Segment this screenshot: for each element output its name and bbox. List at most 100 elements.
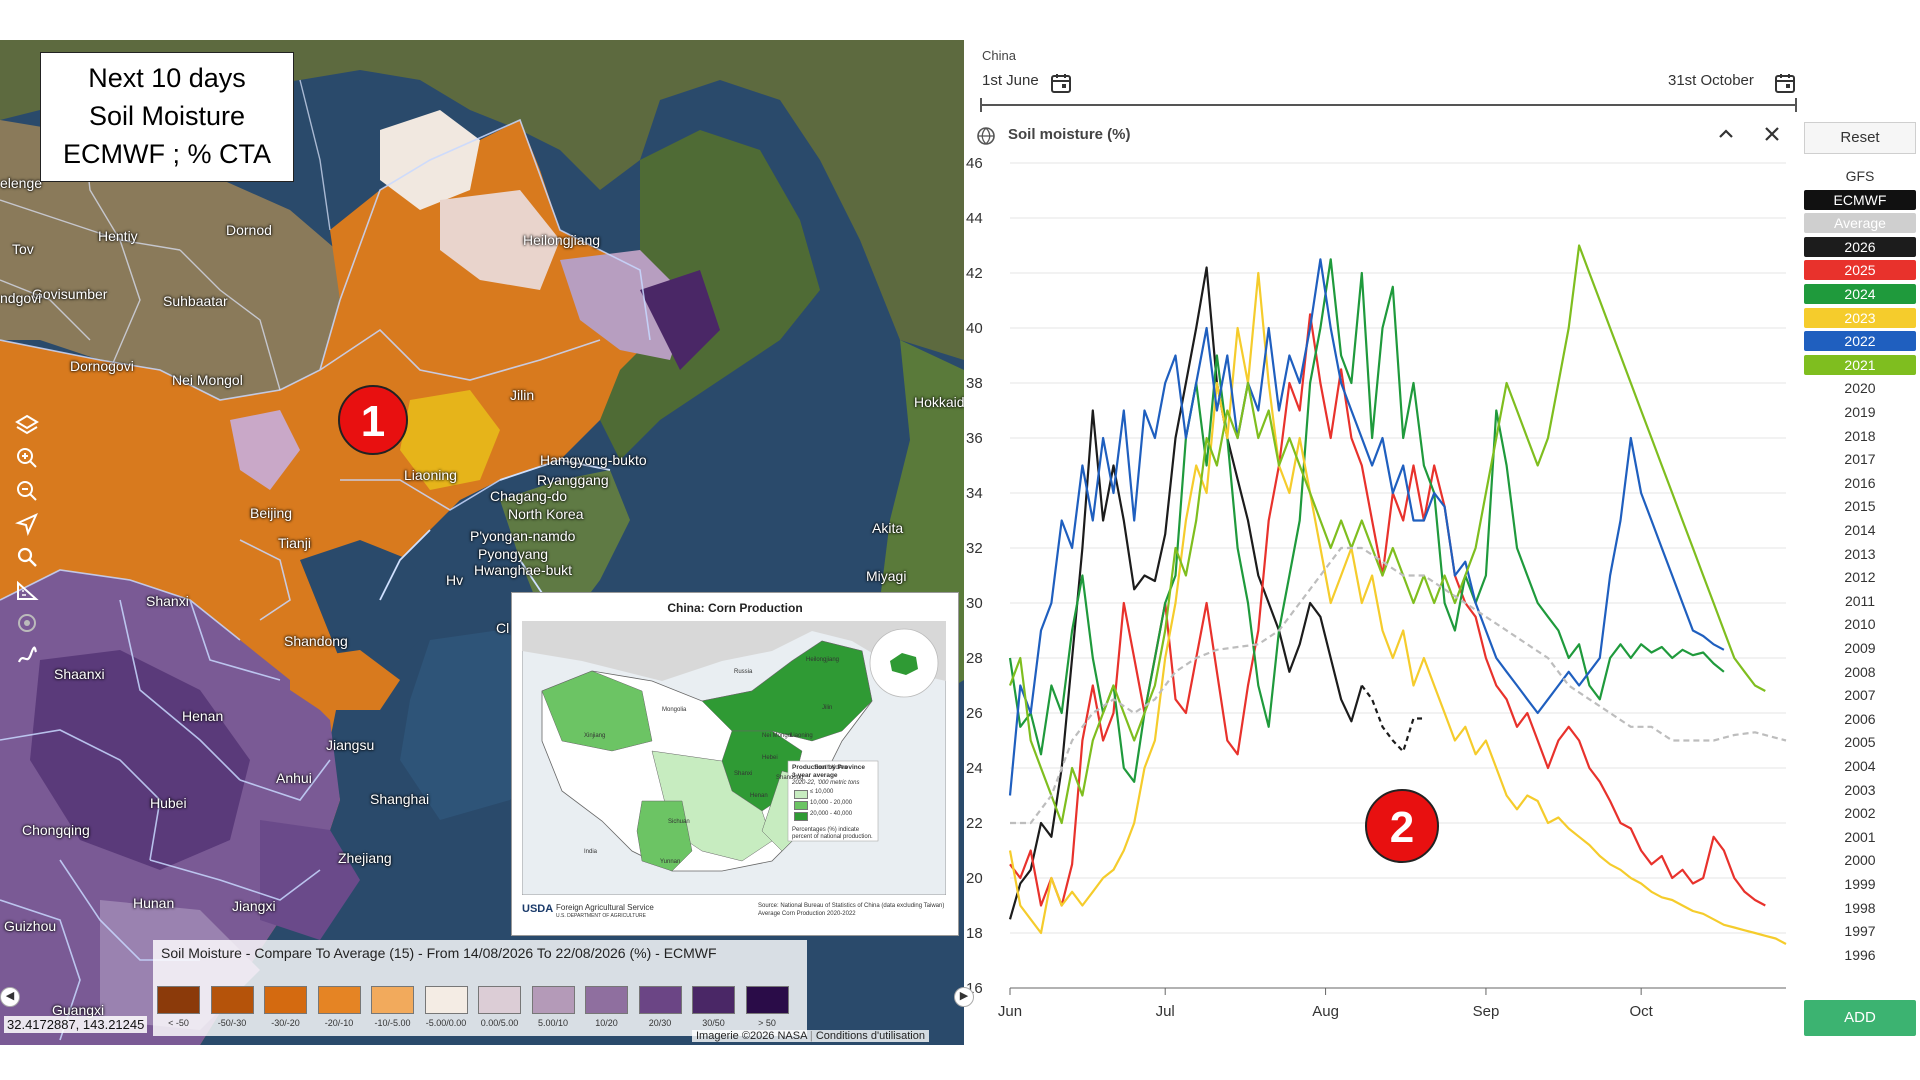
place-label: Anhui	[276, 770, 312, 786]
series-toggle-2002[interactable]: 2002	[1804, 803, 1916, 823]
place-label: Hwanghae-bukt	[474, 562, 573, 578]
usda-logo: USDA	[522, 903, 554, 915]
zoom-in-icon[interactable]	[9, 441, 45, 474]
place-label: P'yongan-namdo	[470, 528, 576, 544]
series-toggle-2019[interactable]: 2019	[1804, 402, 1916, 422]
close-icon[interactable]	[1762, 124, 1782, 149]
legend-swatch-label: 30/50	[702, 1018, 725, 1028]
series-toggle-1999[interactable]: 1999	[1804, 874, 1916, 894]
legend-swatch-label: 0.00/5.00	[480, 1018, 519, 1028]
place-label: Miyagi	[866, 568, 907, 584]
y-tick-label: 28	[966, 650, 983, 667]
search-icon[interactable]	[9, 540, 45, 573]
series-toggle-2012[interactable]: 2012	[1804, 567, 1916, 587]
place-label: Govisumber	[32, 286, 108, 302]
place-label: Jiangsu	[326, 737, 375, 753]
inset-legend-note: Percentages (%) indicate percent of nati…	[792, 827, 873, 840]
map-toolbar	[9, 408, 45, 672]
series-toggle-2023[interactable]: 2023	[1804, 307, 1916, 328]
place-label: Ryanggang	[537, 472, 609, 488]
series-toggle-2025[interactable]: 2025	[1804, 260, 1916, 281]
legend-swatch-label: > 50	[758, 1018, 776, 1028]
range-handle-end[interactable]	[1795, 98, 1797, 112]
reset-button[interactable]: Reset	[1804, 122, 1916, 154]
locate-icon[interactable]	[9, 507, 45, 540]
series-toggle-2022[interactable]: 2022	[1804, 331, 1916, 352]
legend-swatch	[478, 986, 521, 1014]
place-label: ndgovi	[0, 290, 42, 306]
series-toggle-ecmwf[interactable]: ECMWF	[1804, 189, 1916, 210]
legend-swatch-label: -5.00/0.00	[425, 1018, 467, 1028]
series-toggle-2010[interactable]: 2010	[1804, 614, 1916, 634]
add-button[interactable]: ADD	[1804, 1000, 1916, 1036]
end-calendar-icon[interactable]	[1774, 72, 1796, 99]
inset-label: Xinjiang	[584, 733, 606, 739]
series-toggle-2003[interactable]: 2003	[1804, 780, 1916, 800]
series-toggle-2024[interactable]: 2024	[1804, 284, 1916, 304]
series-toggle-2017[interactable]: 2017	[1804, 449, 1916, 469]
place-label: Hokkaid	[914, 394, 964, 410]
left-scroll-arrow[interactable]: ◀	[0, 987, 20, 1007]
zoom-out-icon[interactable]	[9, 474, 45, 507]
layers-icon[interactable]	[9, 408, 45, 441]
inset-agency: Foreign Agricultural Service	[556, 903, 654, 912]
series-toggle-2005[interactable]: 2005	[1804, 732, 1916, 752]
start-calendar-icon[interactable]	[1050, 72, 1072, 99]
terms-link[interactable]: Conditions d'utilisation	[816, 1030, 925, 1042]
series-toggle-2015[interactable]: 2015	[1804, 496, 1916, 516]
y-tick-label: 46	[966, 155, 983, 172]
series-toggle-2001[interactable]: 2001	[1804, 827, 1916, 847]
inset-legend-unit: 2020-22, '000 metric tons	[792, 780, 860, 786]
map-legend: Soil Moisture - Compare To Average (15) …	[153, 940, 807, 1036]
place-label: Hamgyong-bukto	[540, 452, 647, 468]
legend-swatch-label: -30/-20	[271, 1018, 300, 1028]
place-label: Hentiy	[98, 228, 138, 244]
inset-legend-label: 20,000 - 40,000	[810, 811, 853, 817]
series-toggle-2026[interactable]: 2026	[1804, 236, 1916, 257]
y-tick-label: 20	[966, 870, 983, 887]
series-toggle-1998[interactable]: 1998	[1804, 898, 1916, 918]
series-toggle-2013[interactable]: 2013	[1804, 544, 1916, 564]
collapse-chevron-icon[interactable]	[1716, 124, 1736, 149]
series-toggle-2011[interactable]: 2011	[1804, 591, 1916, 611]
inset-source-2: Average Corn Production 2020-2022	[758, 911, 856, 917]
draw-icon[interactable]	[9, 639, 45, 672]
date-range-slider[interactable]	[982, 104, 1796, 106]
soil-moisture-chart: 16182022242628303234363840424446Jun Jul Au…	[966, 155, 1787, 1020]
series-toggle-gfs[interactable]: GFS	[1804, 166, 1916, 186]
legend-swatch-label: 5.00/10	[537, 1018, 569, 1028]
map-overlay-title: Next 10 days Soil Moisture ECMWF ; % CTA	[40, 52, 294, 182]
inset-legend-title: Production by Province	[792, 764, 865, 771]
range-handle-start[interactable]	[980, 98, 982, 112]
end-date[interactable]: 31st October	[1668, 72, 1754, 89]
x-tick-label: Jul	[1156, 1003, 1175, 1020]
y-tick-label: 24	[966, 760, 983, 777]
place-label: Beijing	[250, 505, 293, 521]
series-toggle-2018[interactable]: 2018	[1804, 426, 1916, 446]
series-toggle-2008[interactable]: 2008	[1804, 662, 1916, 682]
right-scroll-arrow[interactable]: ▶	[954, 987, 974, 1007]
target-icon[interactable]	[9, 606, 45, 639]
place-label: Zhejiang	[338, 850, 392, 866]
inset-legend-label: ≤ 10,000	[810, 789, 834, 795]
y-tick-label: 30	[966, 595, 983, 612]
place-label: Pyongyang	[478, 546, 549, 562]
series-toggle-1996[interactable]: 1996	[1804, 945, 1916, 965]
series-toggle-2000[interactable]: 2000	[1804, 850, 1916, 870]
series-toggle-2007[interactable]: 2007	[1804, 685, 1916, 705]
series-toggle-2016[interactable]: 2016	[1804, 473, 1916, 493]
place-label: Hv	[446, 572, 464, 588]
series-toggle-2009[interactable]: 2009	[1804, 638, 1916, 658]
series-toggle-2021[interactable]: 2021	[1804, 354, 1916, 375]
series-toggle-average[interactable]: Average	[1804, 213, 1916, 234]
series-toggle-2014[interactable]: 2014	[1804, 520, 1916, 540]
series-toggle-1997[interactable]: 1997	[1804, 921, 1916, 941]
start-date[interactable]: 1st June	[982, 72, 1039, 89]
series-toggle-2006[interactable]: 2006	[1804, 709, 1916, 729]
overlay-title-line-3: ECMWF ; % CTA	[63, 139, 271, 169]
inset-legend-swatch	[794, 801, 808, 810]
measure-icon[interactable]	[9, 573, 45, 606]
series-toggle-2020[interactable]: 2020	[1804, 378, 1916, 398]
inset-title: China: Corn Production	[667, 601, 803, 615]
series-toggle-2004[interactable]: 2004	[1804, 756, 1916, 776]
